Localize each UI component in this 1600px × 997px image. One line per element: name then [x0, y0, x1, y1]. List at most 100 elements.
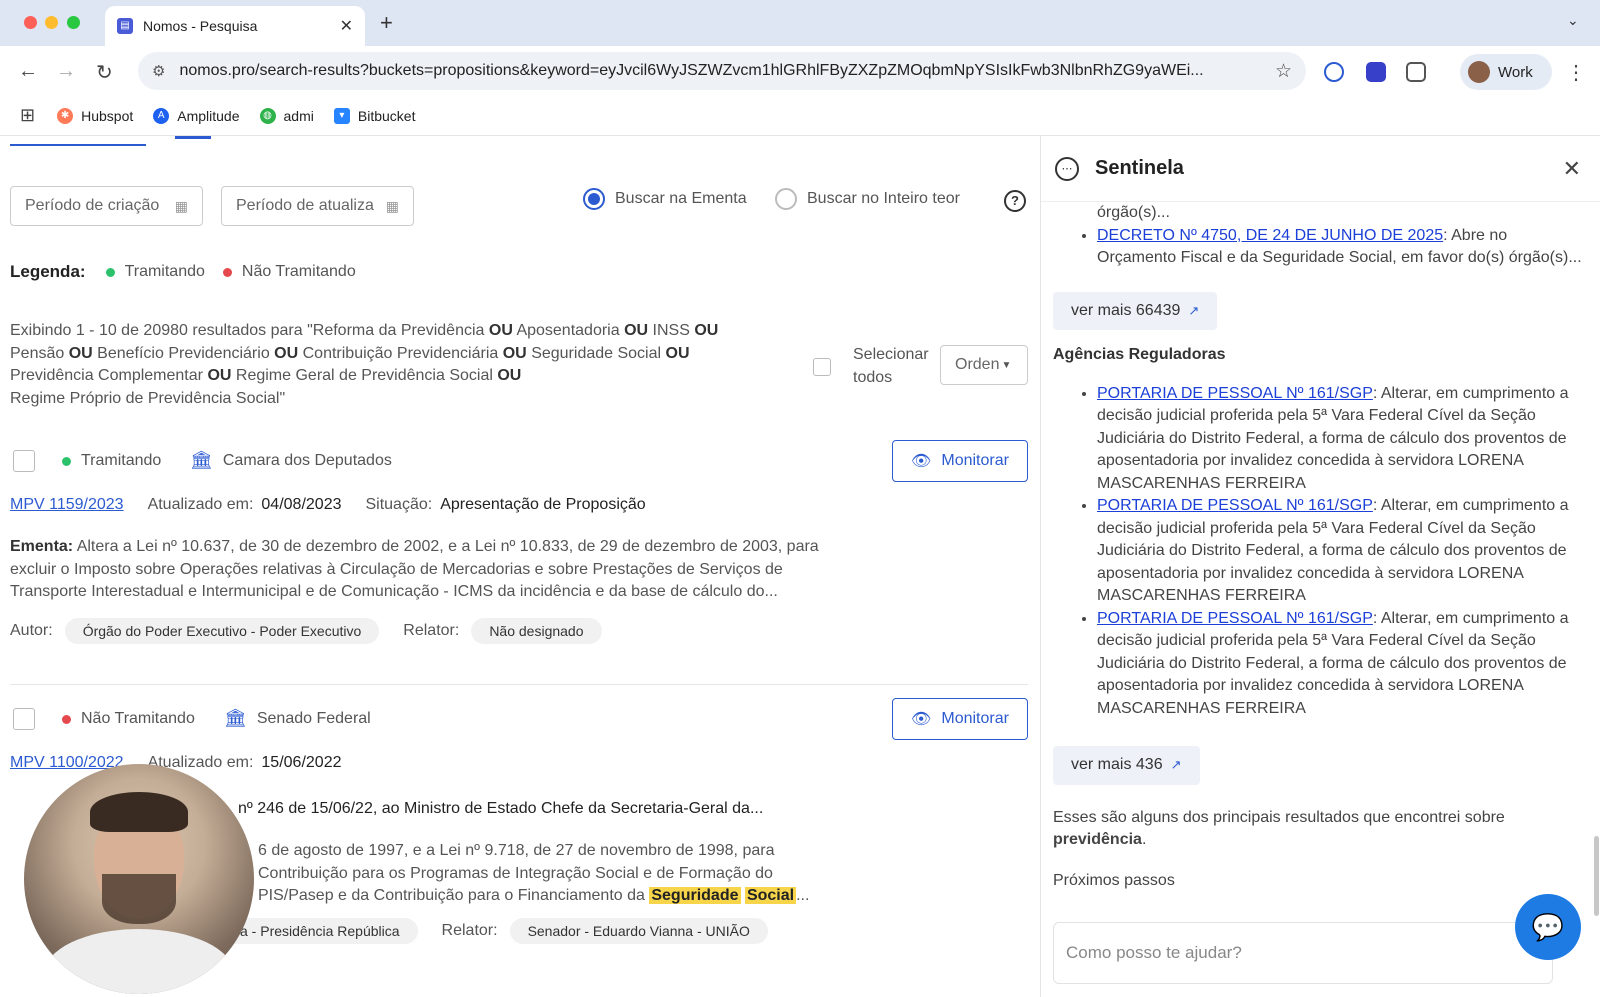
proposition-meta: MPV 1159/2023 Atualizado em: 04/08/2023 …: [10, 496, 670, 514]
hubspot-icon: ✱: [57, 107, 74, 124]
autor-chip[interactable]: a - Presidência República: [222, 918, 418, 944]
extension-icon[interactable]: [1366, 62, 1386, 82]
forward-arrow-icon[interactable]: →: [56, 60, 76, 83]
help-icon[interactable]: ?: [1004, 190, 1026, 212]
address-bar[interactable]: ⚙ nomos.pro/search-results?buckets=propo…: [138, 52, 1306, 90]
external-arrow-icon: ↗: [1170, 757, 1182, 772]
profile-button[interactable]: Work: [1460, 54, 1552, 90]
relator-chip[interactable]: Senador - Eduardo Vianna - UNIÃO: [509, 918, 768, 944]
extensions-puzzle-icon[interactable]: [1406, 62, 1426, 82]
card-checkbox[interactable]: [13, 450, 35, 472]
minimize-window-icon[interactable]: [45, 16, 58, 29]
ementa-line: 6 de agosto de 1997, e a Lei nº 9.718, d…: [258, 842, 775, 859]
close-icon[interactable]: ✕: [1563, 156, 1581, 182]
ver-mais-button[interactable]: ver mais 436 ↗: [1053, 746, 1200, 785]
decreto-link[interactable]: DECRETO Nº 4750, DE 24 DE JUNHO DE 2025: [1097, 227, 1443, 244]
search-inteiro-teor-radio[interactable]: Buscar no Inteiro teor: [775, 188, 960, 210]
order-label: Orden: [955, 356, 1000, 373]
card-checkbox[interactable]: [13, 708, 35, 730]
search-term: Regime Próprio de Previdência Social": [10, 389, 286, 407]
bookmark-admi[interactable]: ◍ admi: [259, 107, 314, 124]
creation-period-field[interactable]: Período de criação ▦: [10, 186, 203, 226]
chat-input[interactable]: Como posso te ajudar?: [1053, 922, 1553, 984]
amplitude-icon: A: [153, 107, 170, 124]
radio-unselected-icon[interactable]: [775, 188, 797, 210]
caret-down-icon: ▼: [1001, 359, 1012, 371]
search-term: Contribuição Previdenciária: [302, 344, 499, 362]
webcam-overlay: [24, 764, 254, 994]
search-term: INSS: [652, 322, 690, 339]
autor-label: Autor:: [10, 622, 53, 639]
ver-mais-button[interactable]: ver mais 66439 ↗: [1053, 291, 1218, 330]
order-dropdown[interactable]: Orden ▼: [940, 345, 1028, 385]
situation-label: Situação:: [365, 496, 433, 513]
bookmark-label: admi: [283, 107, 314, 124]
search-results-area: Período de criação ▦ Período de atualiza…: [0, 136, 1040, 997]
summary-pre: Esses são alguns dos principais resultad…: [1053, 808, 1505, 826]
relator-chip[interactable]: Não designado: [471, 618, 602, 644]
select-all-checkbox[interactable]: [813, 357, 831, 376]
search-term: Regime Geral de Previdência Social: [235, 367, 493, 384]
relator-label: Relator:: [403, 622, 460, 639]
tab-indicator: [175, 136, 211, 139]
summary-text: Esses são alguns dos principais resultad…: [1053, 807, 1583, 852]
ementa-text: Ementa: Altera a Lei nº 10.637, de 30 de…: [10, 536, 830, 604]
browser-toolbar: ← → ↻ ⚙ nomos.pro/search-results?buckets…: [0, 46, 1600, 96]
select-all[interactable]: Selecionar todos: [813, 344, 943, 389]
portaria-link[interactable]: PORTARIA DE PESSOAL Nº 161/SGP: [1097, 385, 1373, 402]
external-arrow-icon: ↗: [1188, 302, 1200, 318]
section-title: Agências Reguladoras: [1053, 346, 1226, 363]
new-tab-icon[interactable]: +: [380, 10, 393, 36]
monitor-button[interactable]: 👁 Monitorar: [892, 698, 1028, 740]
search-term: Previdência Complementar: [10, 367, 203, 384]
browser-tab-active[interactable]: ▤ Nomos - Pesquisa ✕: [105, 6, 365, 46]
maximize-window-icon[interactable]: [67, 16, 80, 29]
chat-support-button[interactable]: 💬: [1515, 894, 1581, 960]
back-arrow-icon[interactable]: ←: [18, 60, 38, 83]
radio-selected-icon[interactable]: [583, 188, 605, 210]
bookmark-label: Amplitude: [177, 107, 240, 124]
panel-header: ⋯ Sentinela ✕: [1041, 136, 1600, 202]
calendar-icon[interactable]: ▦: [175, 198, 188, 215]
calendar-icon[interactable]: ▦: [386, 198, 399, 215]
site-settings-icon[interactable]: ⚙: [152, 62, 165, 80]
proposition-link[interactable]: MPV 1159/2023: [10, 496, 124, 514]
update-period-field[interactable]: Período de atualiza ▦: [221, 186, 414, 226]
red-dot-icon: [62, 714, 71, 724]
relator-label: Relator:: [441, 922, 498, 939]
reload-icon[interactable]: ↻: [96, 60, 113, 85]
bookmark-hubspot[interactable]: ✱ Hubspot: [57, 107, 133, 124]
tab-search-chevron-icon[interactable]: ⌄: [1567, 12, 1579, 29]
institution-icon: 🏛: [224, 708, 247, 728]
or-keyword: OU: [488, 322, 513, 339]
monitor-button[interactable]: 👁 Monitorar: [892, 440, 1028, 482]
portaria-link[interactable]: PORTARIA DE PESSOAL Nº 161/SGP: [1097, 497, 1373, 514]
profile-label: Work: [1498, 63, 1533, 81]
password-manager-extension-icon[interactable]: [1324, 62, 1344, 82]
url-text[interactable]: nomos.pro/search-results?buckets=proposi…: [179, 62, 1263, 80]
bookmark-star-icon[interactable]: ☆: [1275, 60, 1292, 83]
updated-date: 15/06/2022: [261, 754, 342, 771]
tab-close-icon[interactable]: ✕: [340, 16, 353, 36]
ementa-line: Contribuição para os Programas de Integr…: [258, 864, 773, 882]
search-ementa-radio[interactable]: Buscar na Ementa: [583, 188, 747, 210]
apps-grid-icon[interactable]: ⊞: [20, 105, 35, 126]
browser-menu-icon[interactable]: ⋮: [1566, 60, 1586, 85]
bookmark-bitbucket[interactable]: ▾ Bitbucket: [333, 107, 415, 124]
ver-mais-label: ver mais 436: [1071, 756, 1163, 773]
panel-scrollbar[interactable]: [1594, 836, 1599, 916]
summary-keyword: previdência: [1053, 831, 1142, 848]
bookmark-amplitude[interactable]: A Amplitude: [153, 107, 240, 124]
sentinela-panel: ⋯ Sentinela ✕ órgão(s)... DECRETO Nº 475…: [1040, 136, 1600, 997]
portaria-link[interactable]: PORTARIA DE PESSOAL Nº 161/SGP: [1097, 610, 1373, 627]
institution-icon: 🏛: [190, 450, 213, 470]
close-window-icon[interactable]: [24, 16, 37, 29]
updated-label: Atualizado em:: [147, 496, 254, 513]
list-item: órgão(s)...: [1097, 202, 1583, 225]
situation-value: Apresentação de Proposição: [440, 496, 646, 513]
legend-title: Legenda:: [10, 262, 86, 281]
radio-label: Buscar no Inteiro teor: [807, 190, 960, 207]
autor-chip[interactable]: Órgão do Poder Executivo - Poder Executi…: [64, 618, 380, 644]
ementa-line: PIS/Pasep e da Contribuição para o Finan…: [258, 887, 645, 904]
or-keyword: OU: [694, 322, 719, 339]
